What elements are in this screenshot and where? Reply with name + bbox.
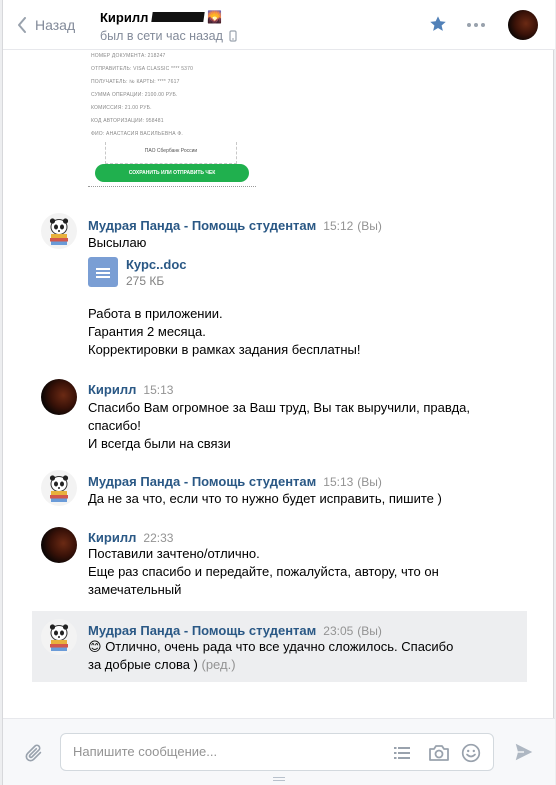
chevron-left-icon [18, 17, 26, 33]
smile-icon[interactable] [461, 743, 481, 763]
peer-status-text: был в сети час назад [100, 29, 223, 43]
receipt-line: НОМЕР ДОКУМЕНТА: 218247 [91, 53, 166, 59]
message-line: Спасибо Вам огромное за Ваш труд, Вы так… [88, 400, 471, 415]
message-line: 😊 Отлично, очень рада что все удачно сло… [88, 638, 508, 656]
message-text: 😊 Отлично, очень рада что все удачно сло… [88, 638, 508, 674]
receipt-save-button: СОХРАНИТЬ ИЛИ ОТПРАВИТЬ ЧЕК [95, 164, 249, 182]
message-line: Еще раз спасибо и передайте, пожалуйста,… [88, 564, 439, 579]
message-line: за добрые слова ) (ред.) [88, 656, 508, 674]
message-line: Работа в приложении. [88, 306, 223, 321]
edited-mark[interactable]: (ред.) [202, 657, 236, 672]
peer-name[interactable]: Кирилл [100, 10, 148, 25]
message-text: Высылаю [88, 234, 508, 252]
avatar[interactable] [41, 470, 77, 506]
doc-size: 275 КБ [126, 274, 165, 288]
panda-icon [49, 218, 69, 245]
peer-status: был в сети час назад [100, 29, 237, 43]
receipt-line: СУММА ОПЕРАЦИИ: 2100.00 РУБ. [91, 92, 178, 98]
doc-icon [88, 257, 118, 287]
message-time[interactable]: 15:13 [323, 475, 353, 489]
avatar[interactable] [41, 527, 77, 563]
resize-handle[interactable] [273, 777, 285, 783]
message-line: спасибо! [88, 418, 141, 433]
message-line: Да не за что, если что то нужно будет ис… [88, 491, 442, 506]
message-line: замечательный [88, 582, 182, 597]
sunset-emoji-icon: 🌄 [207, 10, 223, 24]
redaction-mark [151, 12, 206, 22]
send-icon[interactable] [513, 741, 535, 763]
message-author[interactable]: Кирилл [88, 530, 136, 545]
star-icon[interactable] [429, 15, 447, 33]
receipt-line: КОМИССИЯ: 21.00 РУБ. [91, 105, 152, 111]
message-own-mark: (Вы) [357, 624, 382, 638]
message-line: Гарантия 2 месяца. [88, 324, 206, 339]
message-meta: Кирилл 22:33 [88, 530, 173, 545]
more-icon[interactable] [467, 23, 485, 27]
doc-attachment[interactable]: Курс..doc 275 КБ [88, 257, 187, 289]
message-author[interactable]: Мудрая Панда - Помощь студентам [88, 623, 316, 638]
message-time[interactable]: 23:05 [323, 624, 353, 638]
back-button[interactable]: Назад [17, 14, 75, 36]
message-meta: Мудрая Панда - Помощь студентам 15:12 (В… [88, 218, 382, 233]
message[interactable]: Мудрая Панда - Помощь студентам 15:13 (В… [32, 465, 527, 515]
message[interactable]: Мудрая Панда - Помощь студентам 15:12 (В… [32, 208, 527, 368]
avatar[interactable] [41, 213, 77, 249]
message-line: Поставили зачтено/отлично. [88, 546, 260, 561]
paperclip-icon[interactable] [23, 742, 45, 764]
receipt-image[interactable]: НОМЕР ДОКУМЕНТА: 218247 ОТПРАВИТЕЛЬ: VIS… [88, 50, 256, 190]
peer-avatar[interactable] [508, 10, 538, 40]
message-selected[interactable]: Мудрая Панда - Помощь студентам 23:05 (В… [32, 611, 527, 682]
avatar[interactable] [41, 379, 77, 415]
message-input-box[interactable] [60, 733, 494, 771]
message-line-text: за добрые слова ) [88, 657, 198, 672]
message-own-mark: (Вы) [357, 475, 382, 489]
peer-info[interactable]: Кирилл 🌄 был в сети час назад [100, 8, 237, 43]
message-time[interactable]: 15:12 [323, 219, 353, 233]
message-meta: Мудрая Панда - Помощь студентам 15:13 (В… [88, 474, 382, 489]
message-composer [3, 718, 555, 785]
template-icon[interactable] [392, 743, 412, 763]
message-line: Высылаю [88, 235, 147, 250]
receipt-line: ПОЛУЧАТЕЛЬ: № КАРТЫ: **** 7617 [91, 79, 180, 85]
doc-title[interactable]: Курс..doc [126, 257, 187, 273]
camera-icon[interactable] [428, 743, 450, 763]
phone-icon [229, 30, 237, 42]
message-line: Корректировки в рамках задания бесплатны… [88, 342, 361, 357]
back-label: Назад [35, 17, 76, 33]
message[interactable]: Кирилл 22:33 Поставили зачтено/отлично. … [32, 520, 527, 604]
panda-icon [49, 475, 69, 502]
panda-icon [49, 624, 69, 651]
avatar[interactable] [41, 619, 77, 655]
message-time[interactable]: 22:33 [143, 531, 173, 545]
message-author[interactable]: Мудрая Панда - Помощь студентам [88, 218, 316, 233]
message[interactable]: Кирилл 15:13 Спасибо Вам огромное за Ваш… [32, 372, 527, 456]
message-author[interactable]: Кирилл [88, 382, 136, 397]
receipt-line: КОД АВТОРИЗАЦИИ: 958481 [91, 118, 164, 124]
message-line-text: Отлично, очень рада что все удачно сложи… [105, 639, 454, 654]
receipt-line: ФИО: АНАСТАСИЯ ВАСИЛЬЕВНА Ф. [91, 131, 183, 137]
receipt-line: ОТПРАВИТЕЛЬ: VISA CLASSIC **** 5370 [91, 66, 194, 72]
message-meta: Мудрая Панда - Помощь студентам 23:05 (В… [88, 623, 382, 638]
message-author[interactable]: Мудрая Панда - Помощь студентам [88, 474, 316, 489]
message-text: Да не за что, если что то нужно будет ис… [88, 490, 508, 508]
message-text: Работа в приложении. Гарантия 2 месяца. … [88, 305, 508, 359]
smile-emoji-icon: 😊 [88, 639, 102, 654]
message-meta: Кирилл 15:13 [88, 382, 173, 397]
message-text: Спасибо Вам огромное за Ваш труд, Вы так… [88, 399, 508, 453]
message-line: И всегда были на связи [88, 436, 231, 451]
dialog-window: Назад Кирилл 🌄 был в сети час назад НОМЕ… [2, 0, 555, 785]
message-input[interactable] [73, 744, 373, 759]
receipt-edge [88, 186, 256, 189]
message-time[interactable]: 15:13 [143, 383, 173, 397]
message-text: Поставили зачтено/отлично. Еще раз спаси… [88, 545, 508, 599]
receipt-stamp: ПАО Сбербанк России [105, 142, 237, 164]
message-own-mark: (Вы) [357, 219, 382, 233]
dialog-header: Назад Кирилл 🌄 был в сети час назад [3, 0, 555, 50]
